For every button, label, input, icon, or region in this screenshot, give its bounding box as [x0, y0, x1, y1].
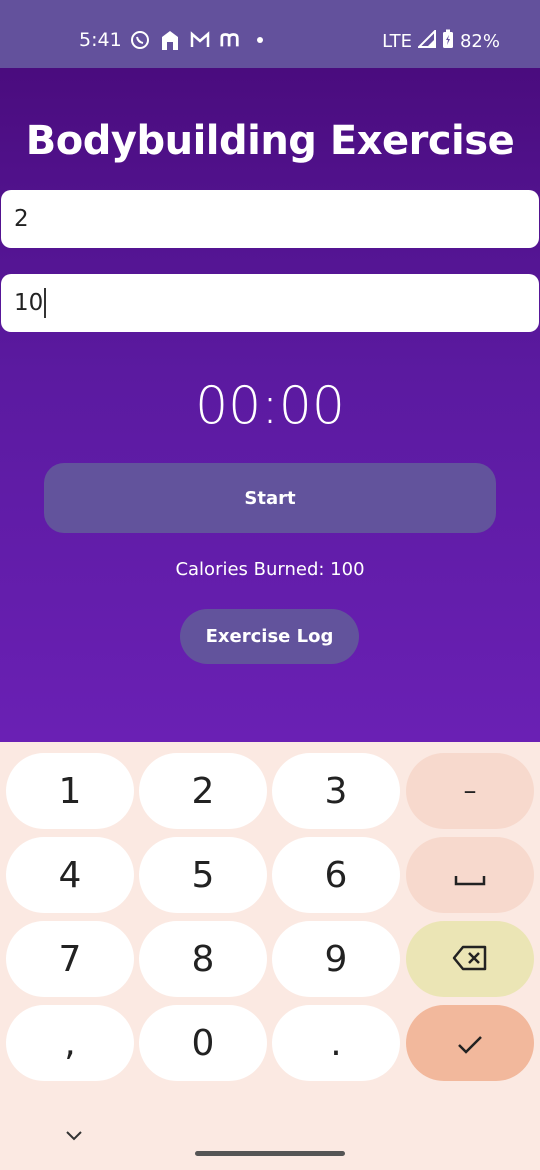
backspace-icon [452, 939, 488, 980]
exercise-log-button[interactable]: Exercise Log [180, 609, 359, 664]
signal-icon [416, 28, 436, 53]
key-8[interactable]: 8 [139, 921, 267, 997]
dot-icon [250, 29, 270, 51]
whatsapp-icon [130, 29, 150, 51]
status-bar: 5:41 LTE 82% [0, 0, 540, 68]
key-7[interactable]: 7 [6, 921, 134, 997]
sets-input[interactable]: 2 [1, 190, 539, 248]
key-4[interactable]: 4 [6, 837, 134, 913]
status-right: LTE 82% [382, 28, 500, 54]
key-1[interactable]: 1 [6, 753, 134, 829]
home-icon [160, 29, 180, 51]
key-period[interactable]: . [272, 1005, 400, 1081]
numeric-keyboard: 1 2 3 – 4 5 6 7 8 9 , 0 . [0, 742, 540, 1170]
gesture-handle [195, 1151, 345, 1156]
key-minus[interactable]: – [406, 753, 534, 829]
network-label: LTE [382, 31, 412, 52]
timer-display: 00:00 [195, 376, 345, 436]
text-caret [44, 288, 47, 318]
start-button[interactable]: Start [44, 463, 496, 533]
key-9[interactable]: 9 [272, 921, 400, 997]
battery-level: 82% [459, 31, 500, 52]
app-screen: Bodybuilding Exercise 2 10 00:00 Start C… [0, 68, 540, 742]
battery-icon [442, 29, 454, 54]
key-5[interactable]: 5 [139, 837, 267, 913]
key-3[interactable]: 3 [272, 753, 400, 829]
key-comma[interactable]: , [6, 1005, 134, 1081]
notification-icons [130, 29, 270, 51]
key-0[interactable]: 0 [139, 1005, 267, 1081]
status-time: 5:41 [79, 29, 122, 51]
key-2[interactable]: 2 [139, 753, 267, 829]
gmail-icon [190, 29, 210, 51]
key-backspace[interactable] [406, 921, 534, 997]
reps-input-value: 10 [14, 290, 44, 316]
key-enter[interactable] [406, 1005, 534, 1081]
key-space[interactable] [406, 837, 534, 913]
sets-input-value: 2 [14, 206, 29, 232]
chevron-down-icon[interactable] [64, 1126, 84, 1146]
page-title: Bodybuilding Exercise [25, 118, 515, 164]
key-6[interactable]: 6 [272, 837, 400, 913]
calories-burned-text: Calories Burned: 100 [175, 559, 365, 580]
space-icon [454, 855, 486, 896]
m-app-icon [220, 29, 240, 51]
reps-input[interactable]: 10 [1, 274, 539, 332]
check-icon [457, 1023, 483, 1064]
